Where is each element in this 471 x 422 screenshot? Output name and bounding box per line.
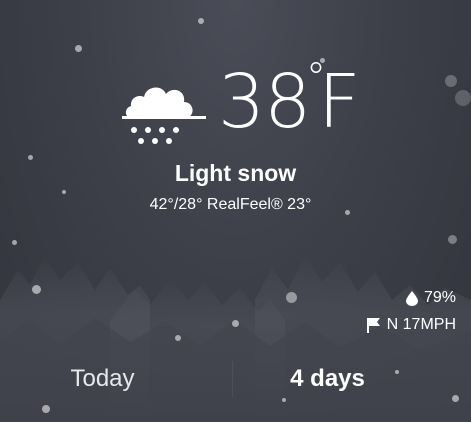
- tab-4-days[interactable]: 4 days: [235, 355, 470, 405]
- flag-icon: [366, 317, 380, 333]
- droplet-icon: [405, 290, 418, 306]
- condition-text: Light snow: [174, 160, 297, 186]
- tab-divider: [232, 361, 233, 397]
- temperature-unit: F: [318, 59, 361, 145]
- temperature-value: 38: [218, 59, 311, 145]
- temperature-range: 42°/28° RealFeel® 23°: [149, 196, 312, 213]
- wind-readout: N 17MPH: [366, 314, 456, 336]
- forecast-tabs: Today 4 days: [0, 355, 471, 405]
- tab-today[interactable]: Today: [0, 355, 235, 405]
- humidity-readout: 79%: [405, 287, 456, 309]
- snow-cloud-icon: [122, 87, 206, 144]
- current-temperature: 38 ° F: [218, 58, 361, 145]
- current-conditions-hero: 38 ° F: [0, 58, 471, 145]
- humidity-value: 79%: [423, 289, 456, 306]
- wind-value: N 17MPH: [386, 316, 456, 333]
